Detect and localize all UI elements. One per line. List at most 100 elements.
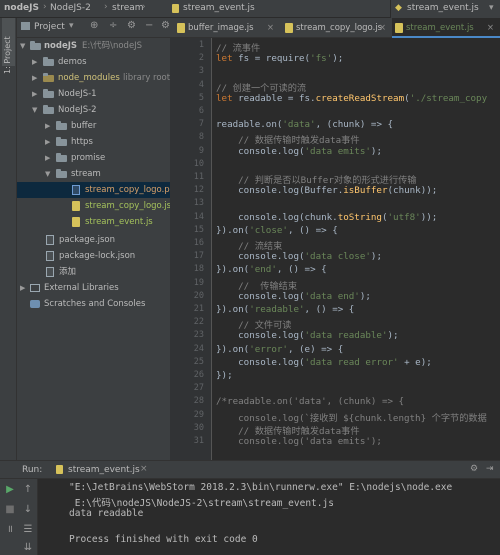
line-number: 23 bbox=[193, 330, 204, 341]
code-line: }).on('error', (e) => { bbox=[216, 343, 344, 355]
scratches-icon bbox=[30, 300, 40, 308]
breadcrumb-nodejs[interactable]: nodeJS bbox=[4, 3, 39, 13]
run-config-label: stream_event.js bbox=[407, 3, 479, 13]
tree-item-nodejs-2[interactable]: ▼ NodeJS-2 bbox=[17, 102, 170, 118]
project-panel-title[interactable]: Project bbox=[34, 22, 65, 32]
gear-icon[interactable]: ⚙ bbox=[470, 464, 478, 474]
run-panel-header: Run: stream_event.js × ⚙ ⇥ bbox=[0, 460, 500, 479]
tree-item-buffer[interactable]: ▶ buffer bbox=[17, 118, 170, 134]
collapsed-arrow-icon[interactable]: ▶ bbox=[32, 86, 37, 102]
line-number-gutter: 1 2 3 4 5 6 7 8 9 10 11 12 13 14 15 16 1… bbox=[170, 38, 212, 460]
console-line: "E:\JetBrains\WebStorm 2018.2.3\bin\runn… bbox=[69, 482, 453, 493]
tab-stream-copy-logo[interactable]: stream_copy_logo.js × bbox=[282, 18, 390, 38]
code-line: }); bbox=[216, 370, 233, 381]
close-icon[interactable]: × bbox=[267, 18, 274, 38]
breadcrumb-stream[interactable]: stream bbox=[112, 3, 144, 13]
line-number: 8 bbox=[198, 132, 204, 143]
collapsed-arrow-icon[interactable]: ▶ bbox=[45, 150, 50, 166]
collapsed-arrow-icon[interactable]: ▶ bbox=[45, 134, 50, 150]
breadcrumb-separator: › bbox=[104, 2, 108, 12]
js-file-icon bbox=[177, 23, 185, 33]
expanded-arrow-icon[interactable]: ▼ bbox=[32, 102, 37, 118]
soft-wrap-icon[interactable]: ☰ bbox=[21, 523, 35, 537]
tree-item-scratches-consoles[interactable]: Scratches and Consoles bbox=[17, 296, 170, 312]
code-editor[interactable]: // 流事件 let fs = require('fs'); // 创建一个可读… bbox=[212, 38, 500, 460]
tree-item-stream[interactable]: ▼ stream bbox=[17, 166, 170, 182]
js-file-icon bbox=[395, 23, 403, 33]
rerun-icon[interactable]: ▶ bbox=[3, 483, 17, 497]
tree-item-package-lock-json[interactable]: package-lock.json bbox=[17, 248, 170, 264]
tree-item-stream-copy-logo-png[interactable]: stream_copy_logo.png bbox=[17, 182, 170, 198]
image-file-icon bbox=[72, 185, 80, 195]
line-number: 31 bbox=[193, 436, 204, 446]
scroll-down-icon[interactable]: ↓ bbox=[21, 503, 35, 517]
tab-buffer-image[interactable]: buffer_image.js × bbox=[174, 18, 280, 38]
folder-icon bbox=[56, 121, 67, 130]
stop-icon[interactable]: ■ bbox=[3, 503, 17, 517]
close-icon[interactable]: × bbox=[487, 18, 494, 38]
tab-label: stream_copy_logo.js bbox=[296, 23, 383, 33]
code-line: console.log('data end'); bbox=[216, 290, 371, 302]
pause-icon[interactable]: ॥ bbox=[3, 523, 17, 537]
tree-item-tianjia[interactable]: 添加 bbox=[17, 264, 170, 280]
line-number: 16 bbox=[193, 238, 204, 248]
tree-label: https bbox=[71, 137, 93, 147]
code-line: // 传输结束 bbox=[216, 280, 298, 292]
tree-label: demos bbox=[58, 57, 87, 67]
tree-item-external-libraries[interactable]: ▶ External Libraries bbox=[17, 280, 170, 296]
collapsed-arrow-icon[interactable]: ▶ bbox=[32, 54, 37, 70]
run-config-dropdown[interactable]: ◆ stream_event.js ▾ bbox=[390, 0, 500, 18]
hide-icon[interactable]: ⇥ bbox=[486, 464, 494, 474]
breadcrumb-nodejs-2[interactable]: NodeJS-2 bbox=[50, 3, 91, 13]
line-number: 6 bbox=[198, 106, 204, 116]
tree-label: node_modules bbox=[58, 73, 120, 83]
line-number: 26 bbox=[193, 370, 204, 380]
json-file-icon bbox=[46, 235, 54, 245]
close-icon[interactable]: × bbox=[140, 464, 148, 474]
tree-item-promise[interactable]: ▶ promise bbox=[17, 150, 170, 166]
tree-item-stream-event-js[interactable]: stream_event.js bbox=[17, 214, 170, 230]
breadcrumb-stream-event[interactable]: stream_event.js bbox=[183, 3, 255, 13]
collapsed-arrow-icon[interactable]: ▶ bbox=[45, 118, 50, 134]
folder-icon bbox=[43, 105, 54, 114]
locate-icon[interactable]: ⊕ bbox=[90, 20, 98, 31]
run-tab-label[interactable]: stream_event.js bbox=[68, 465, 140, 475]
tree-item-package-json[interactable]: package.json bbox=[17, 232, 170, 248]
hide-icon[interactable]: − bbox=[145, 20, 153, 31]
expanded-arrow-icon[interactable]: ▼ bbox=[45, 166, 50, 182]
line-number: 2 bbox=[198, 53, 204, 64]
tree-item-node-modules[interactable]: ▶ node_modules library root bbox=[17, 70, 170, 86]
project-tool-tab[interactable]: 1: Project bbox=[2, 18, 15, 74]
js-file-icon bbox=[72, 217, 80, 227]
close-icon[interactable]: × bbox=[379, 18, 386, 38]
line-number: 25 bbox=[193, 356, 204, 367]
console-line: Process finished with exit code 0 bbox=[69, 534, 258, 545]
tree-label: NodeJS-1 bbox=[58, 89, 97, 99]
tree-label: package-lock.json bbox=[59, 251, 136, 261]
run-label: Run: bbox=[22, 465, 43, 475]
tree-label: 添加 bbox=[59, 267, 77, 277]
expanded-arrow-icon[interactable]: ▼ bbox=[20, 38, 25, 54]
console-output[interactable]: "E:\JetBrains\WebStorm 2018.2.3\bin\runn… bbox=[38, 479, 500, 555]
editor-tab-bar: buffer_image.js × stream_copy_logo.js × … bbox=[170, 18, 500, 38]
chevron-down-icon[interactable]: ▾ bbox=[69, 21, 74, 31]
scroll-up-icon[interactable]: ↑ bbox=[21, 483, 35, 497]
line-number: 1 bbox=[198, 40, 204, 50]
settings-icon[interactable]: ÷ bbox=[109, 20, 117, 31]
tree-item-stream-copy-logo-js[interactable]: stream_copy_logo.js bbox=[17, 198, 170, 214]
code-line: // 流结束 bbox=[216, 241, 283, 252]
js-file-icon bbox=[72, 201, 80, 211]
tree-item-demos[interactable]: ▶ demos bbox=[17, 54, 170, 70]
code-line: // 数据传输时触发data事件 bbox=[216, 135, 360, 147]
scroll-end-icon[interactable]: ⇊ bbox=[21, 541, 35, 555]
tab-stream-event[interactable]: stream_event.js × bbox=[392, 18, 500, 38]
tree-item-https[interactable]: ▶ https bbox=[17, 134, 170, 150]
gear-icon[interactable]: ⚙ bbox=[127, 20, 136, 31]
tree-label: stream_copy_logo.js bbox=[85, 201, 170, 211]
tree-item-nodejs[interactable]: ▼ nodeJS E:\代码\nodeJS bbox=[17, 38, 170, 54]
gear-icon[interactable]: ⚙ bbox=[161, 20, 170, 31]
collapsed-arrow-icon[interactable]: ▶ bbox=[32, 70, 37, 86]
line-number: 18 bbox=[193, 264, 204, 275]
collapsed-arrow-icon[interactable]: ▶ bbox=[20, 280, 25, 296]
tree-item-nodejs-1[interactable]: ▶ NodeJS-1 bbox=[17, 86, 170, 102]
